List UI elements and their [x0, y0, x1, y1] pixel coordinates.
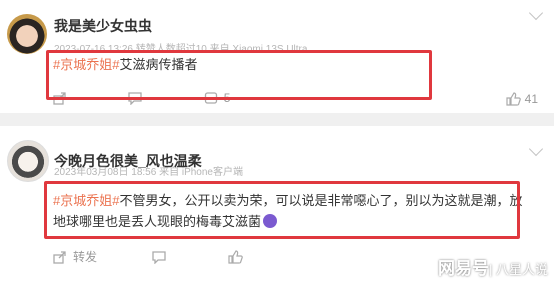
- share-button[interactable]: 转发: [53, 248, 97, 265]
- topic-tag[interactable]: #京城乔姐#: [53, 57, 119, 72]
- watermark-brand: 网易号: [438, 259, 489, 278]
- watermark: 网易号| 八星人说: [438, 254, 548, 279]
- topic-tag[interactable]: #京城乔姐#: [53, 193, 119, 208]
- comment-meta: 2023年03月08日 18:56 来自 iPhone客户端: [54, 167, 243, 178]
- thumbs-up-icon: [228, 249, 243, 264]
- comment-card: 我是美少女虫虫 2023-07-16 13:26 转赞人数超过10 来自 Xia…: [0, 0, 554, 113]
- comment-text: #京城乔姐#艾滋病传播者: [53, 54, 197, 75]
- comment-icon: [152, 250, 167, 264]
- like-button[interactable]: [228, 249, 249, 264]
- virus-emoji-icon: [263, 214, 278, 228]
- avatar[interactable]: [7, 14, 47, 54]
- retweet-button[interactable]: 5: [204, 91, 231, 105]
- comment-meta: 2023-07-16 13:26 转赞人数超过10 来自 Xiaomi 13S …: [54, 44, 308, 55]
- comment-icon: [128, 92, 142, 105]
- retweet-count: 5: [223, 91, 231, 105]
- comment-body: 不管男女，公开以卖为荣，可以说是非常噁心了，别以为这就是潮，放地球哪里也是丢人现…: [53, 193, 523, 229]
- watermark-sub: | 八星人说: [489, 262, 548, 277]
- username[interactable]: 我是美少女虫虫: [54, 16, 152, 36]
- comment-button[interactable]: [152, 250, 172, 264]
- comment-text: #京城乔姐#不管男女，公开以卖为荣，可以说是非常噁心了，别以为这就是潮，放地球哪…: [53, 190, 525, 232]
- like-count: 41: [524, 92, 538, 106]
- comment-actions: 5: [53, 91, 282, 108]
- share-icon: [53, 92, 66, 105]
- comment-actions: 转发: [53, 248, 301, 267]
- share-icon: [53, 250, 66, 264]
- comment-button[interactable]: [128, 91, 148, 105]
- retweet-icon: [204, 92, 217, 104]
- share-button[interactable]: [53, 91, 73, 105]
- like-button[interactable]: 41: [506, 92, 538, 106]
- chevron-down-icon[interactable]: [528, 5, 544, 21]
- comment-body: 艾滋病传播者: [119, 57, 198, 72]
- share-label: 转发: [73, 250, 98, 264]
- avatar[interactable]: [7, 140, 49, 182]
- thumbs-up-icon: [506, 92, 521, 106]
